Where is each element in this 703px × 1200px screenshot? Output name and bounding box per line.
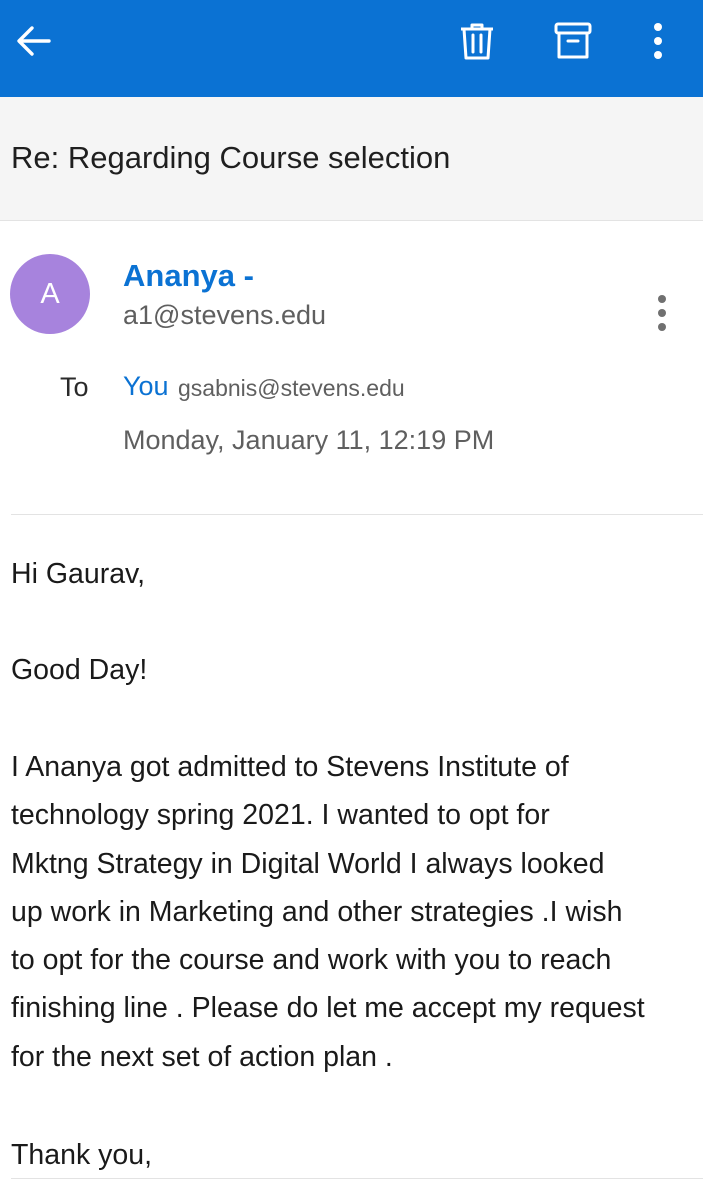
sender-name[interactable]: Ananya - (123, 258, 254, 294)
top-app-bar (0, 0, 703, 97)
body-good-day: Good Day! (11, 654, 148, 686)
subject-header: Re: Regarding Course selection (0, 97, 703, 221)
to-label: To (60, 372, 89, 402)
archive-icon[interactable] (550, 18, 596, 64)
body-line: for the next set of action plan . (11, 1040, 393, 1073)
body-paragraph: I Ananya got admitted to Stevens Institu… (11, 743, 691, 1081)
body-line: Mktng Strategy in Digital World I always… (11, 847, 605, 880)
email-subject: Re: Regarding Course selection (11, 140, 451, 175)
body-line: to opt for the course and work with you … (11, 944, 612, 977)
body-line: up work in Marketing and other strategie… (11, 895, 623, 928)
more-vertical-icon[interactable] (635, 18, 681, 64)
sender-email: a1@stevens.edu (123, 300, 327, 330)
recipient-email: gsabnis@stevens.edu (178, 375, 405, 401)
bottom-divider (11, 1178, 703, 1179)
header-divider (11, 514, 703, 515)
avatar-initial: A (40, 277, 60, 310)
body-closing: Thank you, (11, 1139, 152, 1171)
message-more-icon[interactable] (646, 294, 678, 334)
body-line: I Ananya got admitted to Stevens Institu… (11, 751, 569, 783)
recipient-you[interactable]: You (123, 371, 169, 402)
body-line: technology spring 2021. I wanted to opt … (11, 799, 550, 832)
trash-icon[interactable] (454, 18, 500, 64)
sender-avatar[interactable]: A (10, 254, 90, 334)
body-greeting: Hi Gaurav, (11, 558, 146, 590)
body-line: finishing line . Please do let me accept… (11, 992, 645, 1025)
message-date: Monday, January 11, 12:19 PM (123, 425, 495, 455)
back-arrow-icon[interactable] (11, 18, 57, 64)
